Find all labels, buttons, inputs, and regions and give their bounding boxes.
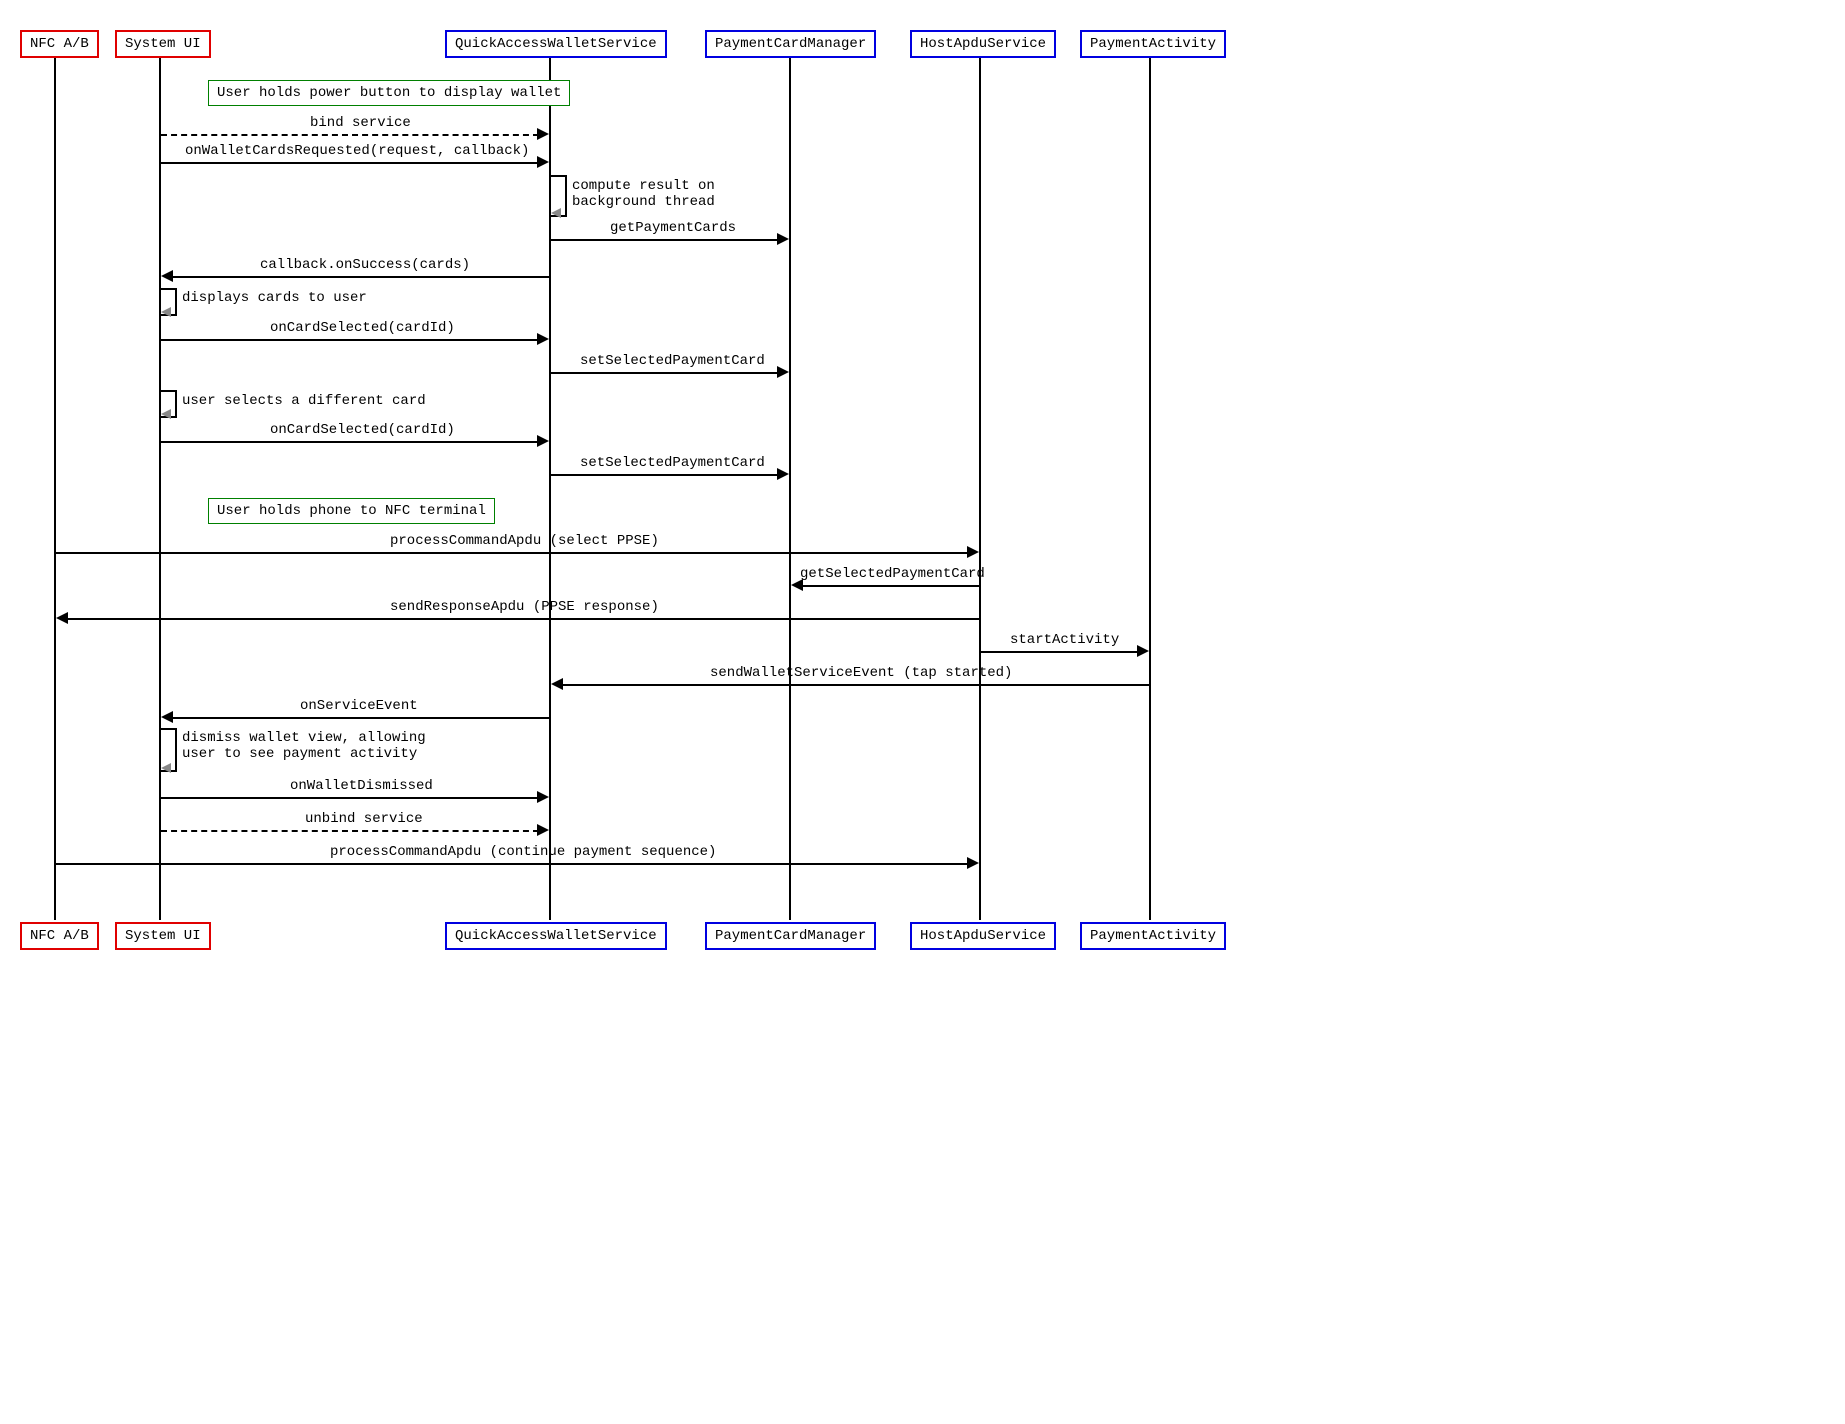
arrow-head — [1137, 645, 1149, 657]
msg-processcommandapdu-continue: processCommandApdu (continue payment seq… — [330, 844, 716, 860]
arrow-head — [537, 824, 549, 836]
arrow-head — [551, 208, 561, 218]
arrow-head — [161, 711, 173, 723]
arrow-line — [56, 863, 969, 865]
arrow-head — [161, 270, 173, 282]
lifeline-pcm — [789, 58, 791, 920]
arrow-head — [537, 333, 549, 345]
arrow-head — [161, 409, 171, 419]
arrow-head — [537, 156, 549, 168]
arrow-line — [172, 276, 550, 278]
arrow-line — [551, 372, 779, 374]
arrow-line — [551, 474, 779, 476]
arrow-line — [161, 134, 539, 136]
arrow-head — [537, 791, 549, 803]
lifeline-sysui — [159, 58, 161, 920]
msg-sendresponseapdu: sendResponseApdu (PPSE response) — [390, 599, 659, 615]
msg-callback-onsuccess: callback.onSuccess(cards) — [260, 257, 470, 273]
msg-oncardselected-2: onCardSelected(cardId) — [270, 422, 455, 438]
participant-nfc-top: NFC A/B — [20, 30, 99, 58]
arrow-line — [161, 162, 539, 164]
participant-qaws-bottom: QuickAccessWalletService — [445, 922, 667, 950]
msg-dismiss-wallet: dismiss wallet view, allowing user to se… — [182, 730, 426, 762]
arrow-head — [537, 128, 549, 140]
msg-getselectedpaymentcard: getSelectedPaymentCard — [800, 566, 985, 582]
msg-sendwalletserviceevent: sendWalletServiceEvent (tap started) — [710, 665, 1012, 681]
participant-pcm-top: PaymentCardManager — [705, 30, 876, 58]
msg-processcommandapdu-ppse: processCommandApdu (select PPSE) — [390, 533, 659, 549]
participant-sysui-top: System UI — [115, 30, 211, 58]
arrow-head — [56, 612, 68, 624]
arrow-line — [161, 441, 539, 443]
arrow-line — [67, 618, 980, 620]
arrow-head — [551, 678, 563, 690]
msg-displays-cards: displays cards to user — [182, 290, 367, 306]
participant-has-bottom: HostApduService — [910, 922, 1056, 950]
msg-onwalletdismissed: onWalletDismissed — [290, 778, 433, 794]
arrow-head — [967, 857, 979, 869]
arrow-line — [802, 585, 980, 587]
participant-pa-bottom: PaymentActivity — [1080, 922, 1226, 950]
lifeline-pa — [1149, 58, 1151, 920]
lifeline-nfc — [54, 58, 56, 920]
arrow-head — [777, 366, 789, 378]
msg-bind-service: bind service — [310, 115, 411, 131]
arrow-line — [161, 830, 539, 832]
msg-unbind-service: unbind service — [305, 811, 423, 827]
arrow-head — [777, 468, 789, 480]
participant-nfc-bottom: NFC A/B — [20, 922, 99, 950]
arrow-line — [161, 339, 539, 341]
sequence-diagram: NFC A/B System UI QuickAccessWalletServi… — [10, 10, 1240, 970]
msg-startactivity: startActivity — [1010, 632, 1119, 648]
msg-onwalletcardsrequested: onWalletCardsRequested(request, callback… — [185, 143, 529, 159]
participant-pcm-bottom: PaymentCardManager — [705, 922, 876, 950]
participant-has-top: HostApduService — [910, 30, 1056, 58]
arrow-head — [161, 763, 171, 773]
msg-user-selects-different: user selects a different card — [182, 393, 426, 409]
arrow-head — [777, 233, 789, 245]
msg-setselectedpaymentcard-2: setSelectedPaymentCard — [580, 455, 765, 471]
participant-sysui-bottom: System UI — [115, 922, 211, 950]
arrow-line — [562, 684, 1150, 686]
msg-onserviceevent: onServiceEvent — [300, 698, 418, 714]
arrow-line — [551, 239, 779, 241]
msg-compute-result: compute result on background thread — [572, 178, 715, 210]
participant-pa-top: PaymentActivity — [1080, 30, 1226, 58]
participant-qaws-top: QuickAccessWalletService — [445, 30, 667, 58]
lifeline-has — [979, 58, 981, 920]
arrow-line — [56, 552, 969, 554]
arrow-line — [981, 651, 1139, 653]
note-nfc-terminal: User holds phone to NFC terminal — [208, 498, 495, 524]
msg-oncardselected-1: onCardSelected(cardId) — [270, 320, 455, 336]
note-power-button: User holds power button to display walle… — [208, 80, 570, 106]
arrow-head — [967, 546, 979, 558]
arrow-head — [537, 435, 549, 447]
arrow-head — [791, 579, 803, 591]
msg-getpaymentcards: getPaymentCards — [610, 220, 736, 236]
msg-setselectedpaymentcard-1: setSelectedPaymentCard — [580, 353, 765, 369]
arrow-line — [161, 797, 539, 799]
arrow-line — [172, 717, 550, 719]
arrow-head — [161, 307, 171, 317]
